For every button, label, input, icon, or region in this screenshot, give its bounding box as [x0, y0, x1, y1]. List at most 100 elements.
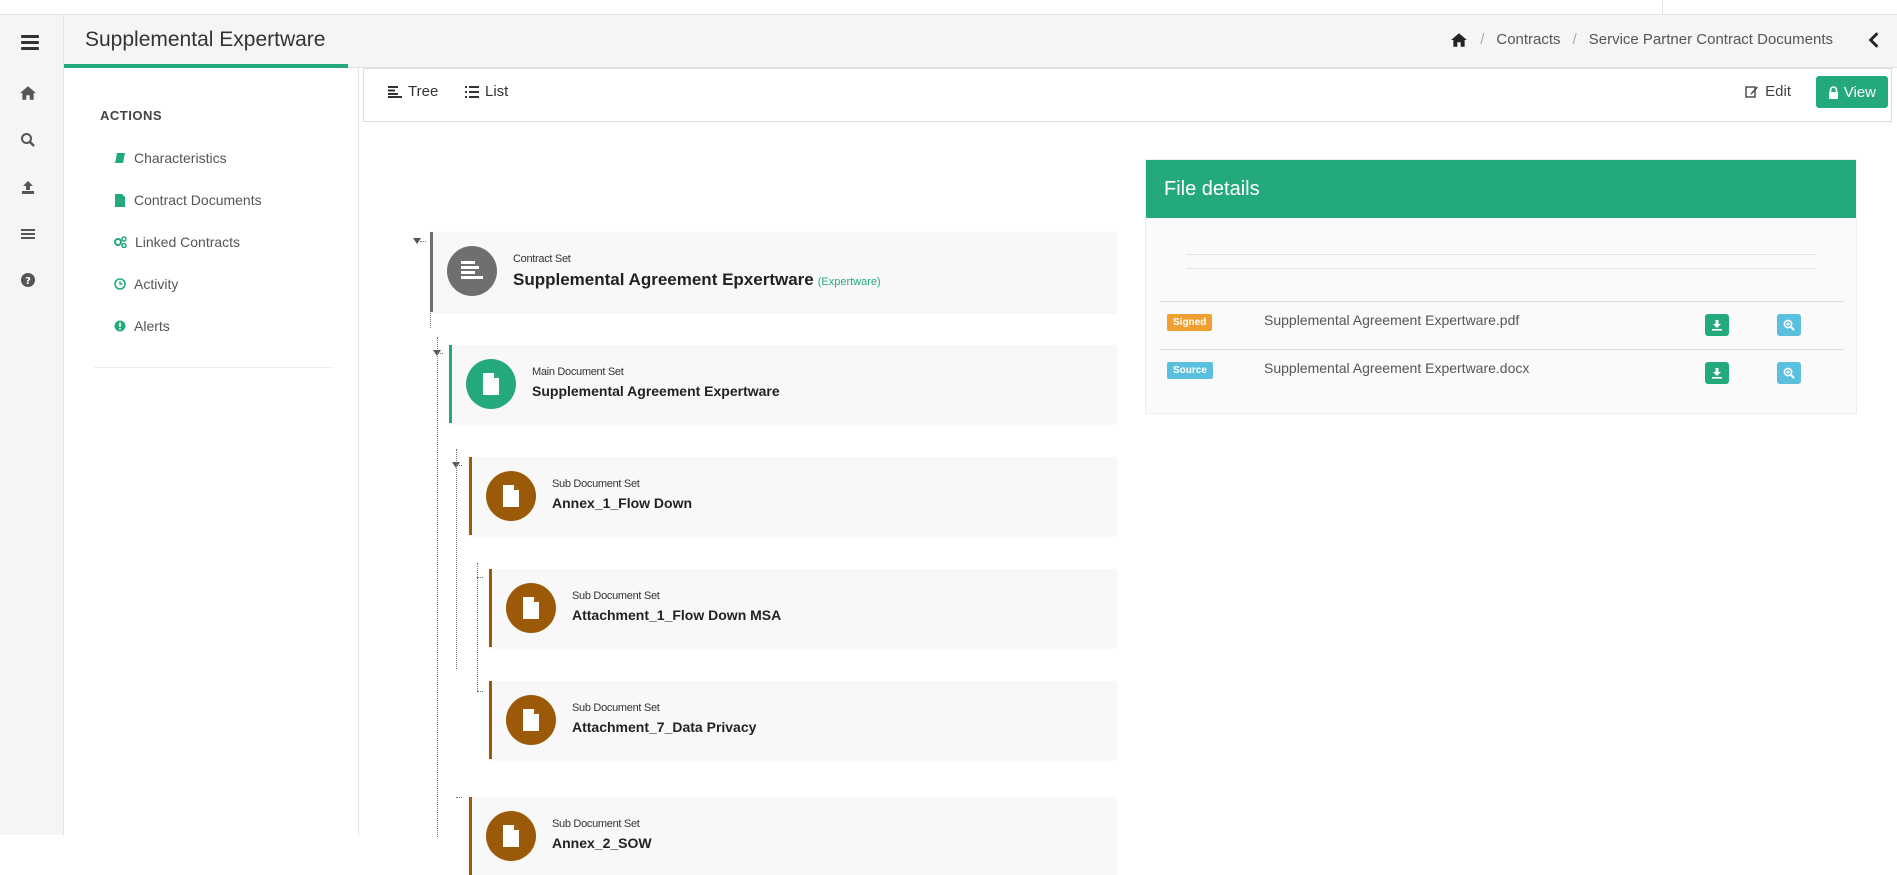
action-activity[interactable]: Activity [114, 276, 178, 292]
svg-text:?: ? [25, 276, 31, 287]
edit-button[interactable]: Edit [1745, 83, 1791, 100]
lock-icon [1828, 85, 1838, 99]
tree-connector [477, 563, 478, 691]
file-name: Supplemental Agreement Expertware.docx [1264, 360, 1530, 376]
tree-connector [420, 241, 426, 242]
node-name: Supplemental Agreement Expertware [532, 383, 780, 399]
preview-button[interactable] [1777, 362, 1801, 384]
breadcrumb: / Contracts / Service Partner Contract D… [1450, 31, 1833, 48]
actions-sidebar: ACTIONS Characteristics Contract Documen… [64, 68, 359, 835]
tree-node-sub-document-set[interactable]: Sub Document Set Attachment_7_Data Priva… [489, 681, 1117, 759]
list-view-icon [465, 85, 479, 98]
upload-icon[interactable] [19, 179, 37, 195]
file-details-title: File details [1146, 160, 1856, 218]
breadcrumb-contracts[interactable]: Contracts [1496, 31, 1560, 48]
node-kind: Main Document Set [532, 366, 624, 378]
action-contract-documents[interactable]: Contract Documents [114, 192, 262, 208]
tree-connector [437, 337, 438, 837]
tree-node-contract-set[interactable]: Contract Set Supplemental Agreement Epxe… [430, 232, 1117, 312]
tab-tree[interactable]: Tree [388, 83, 438, 100]
node-name: Attachment_1_Flow Down MSA [572, 607, 782, 623]
tree-node-sub-document-set[interactable]: Sub Document Set Annex_2_SOW [469, 797, 1117, 875]
node-kind: Sub Document Set [552, 818, 640, 830]
tab-tree-label: Tree [408, 83, 439, 100]
divider [1186, 254, 1816, 255]
tree-node-main-document-set[interactable]: Main Document Set Supplemental Agreement… [449, 345, 1117, 423]
action-label: Alerts [134, 318, 170, 334]
node-kind: Sub Document Set [552, 478, 640, 490]
file-icon [506, 695, 556, 745]
page-header: Supplemental Expertware / Contracts / Se… [64, 15, 1897, 68]
alert-icon [114, 320, 126, 332]
page-title: Supplemental Expertware [85, 28, 326, 51]
file-name: Supplemental Agreement Expertware.pdf [1264, 312, 1520, 328]
tree-connector [456, 465, 462, 466]
action-label: Activity [134, 276, 179, 292]
tree-connector [477, 691, 483, 692]
tab-list-label: List [485, 83, 509, 100]
download-button[interactable] [1705, 314, 1729, 336]
download-button[interactable] [1705, 362, 1729, 384]
zoom-icon [1783, 319, 1795, 331]
sidebar-divider [94, 367, 334, 368]
node-name: Annex_2_SOW [552, 835, 652, 851]
menu-icon[interactable] [21, 35, 39, 50]
tab-list[interactable]: List [465, 83, 508, 100]
zoom-icon [1783, 367, 1795, 379]
file-details-panel: File details Signed Supplemental Agreeme… [1145, 159, 1857, 414]
node-name-text: Supplemental Agreement Epxertware [513, 270, 814, 289]
edit-icon [1745, 86, 1759, 98]
view-button[interactable]: View [1815, 76, 1888, 108]
node-kind: Contract Set [513, 253, 571, 265]
node-name: Supplemental Agreement Epxertware (Expert… [513, 270, 881, 290]
view-label: View [1843, 83, 1876, 101]
actions-title: ACTIONS [100, 108, 162, 123]
tree-connector [437, 353, 443, 354]
clock-icon [114, 278, 126, 290]
document-tree: Contract Set Supplemental Agreement Epxe… [363, 121, 1123, 875]
action-linked-contracts[interactable]: Linked Contracts [114, 234, 240, 250]
tree-node-sub-document-set[interactable]: Sub Document Set Attachment_1_Flow Down … [489, 569, 1117, 647]
tree-connector [456, 449, 457, 669]
top-divider [1662, 0, 1663, 14]
download-icon [1712, 320, 1722, 331]
download-icon [1712, 368, 1722, 379]
cogs-icon [114, 236, 127, 248]
chevron-left-icon[interactable] [1866, 31, 1882, 49]
top-strip [0, 0, 1897, 15]
action-alerts[interactable]: Alerts [114, 318, 170, 334]
file-icon [466, 359, 516, 409]
help-icon[interactable]: ? [19, 272, 37, 288]
breadcrumb-current: Service Partner Contract Documents [1588, 31, 1833, 48]
icon-rail: ? [0, 15, 64, 835]
action-label: Contract Documents [134, 192, 262, 208]
node-kind: Sub Document Set [572, 590, 660, 602]
node-tag: (Expertware) [817, 276, 881, 288]
view-toolbar: Tree List Edit View [363, 68, 1892, 122]
preview-button[interactable] [1777, 314, 1801, 336]
edit-label: Edit [1765, 83, 1791, 100]
tree-connector [456, 797, 462, 798]
action-characteristics[interactable]: Characteristics [114, 150, 227, 166]
tree-connector [477, 577, 483, 578]
file-row: Signed Supplemental Agreement Expertware… [1159, 301, 1844, 350]
node-kind: Sub Document Set [572, 702, 660, 714]
node-name: Attachment_7_Data Privacy [572, 719, 757, 735]
contract-set-icon [447, 246, 497, 296]
breadcrumb-separator: / [1480, 31, 1485, 48]
node-name: Annex_1_Flow Down [552, 495, 693, 511]
home-icon[interactable] [1450, 32, 1468, 48]
action-label: Linked Contracts [135, 234, 241, 250]
status-badge: Signed [1167, 314, 1213, 331]
file-icon [115, 193, 125, 207]
file-icon [486, 471, 536, 521]
book-icon [115, 153, 125, 163]
action-label: Characteristics [134, 150, 227, 166]
home-icon[interactable] [19, 85, 37, 101]
file-row: Source Supplemental Agreement Expertware… [1159, 349, 1844, 398]
status-badge: Source [1167, 362, 1213, 379]
list-icon[interactable] [19, 226, 37, 242]
file-icon [486, 811, 536, 861]
tree-node-sub-document-set[interactable]: Sub Document Set Annex_1_Flow Down [469, 457, 1117, 535]
search-icon[interactable] [19, 132, 37, 148]
